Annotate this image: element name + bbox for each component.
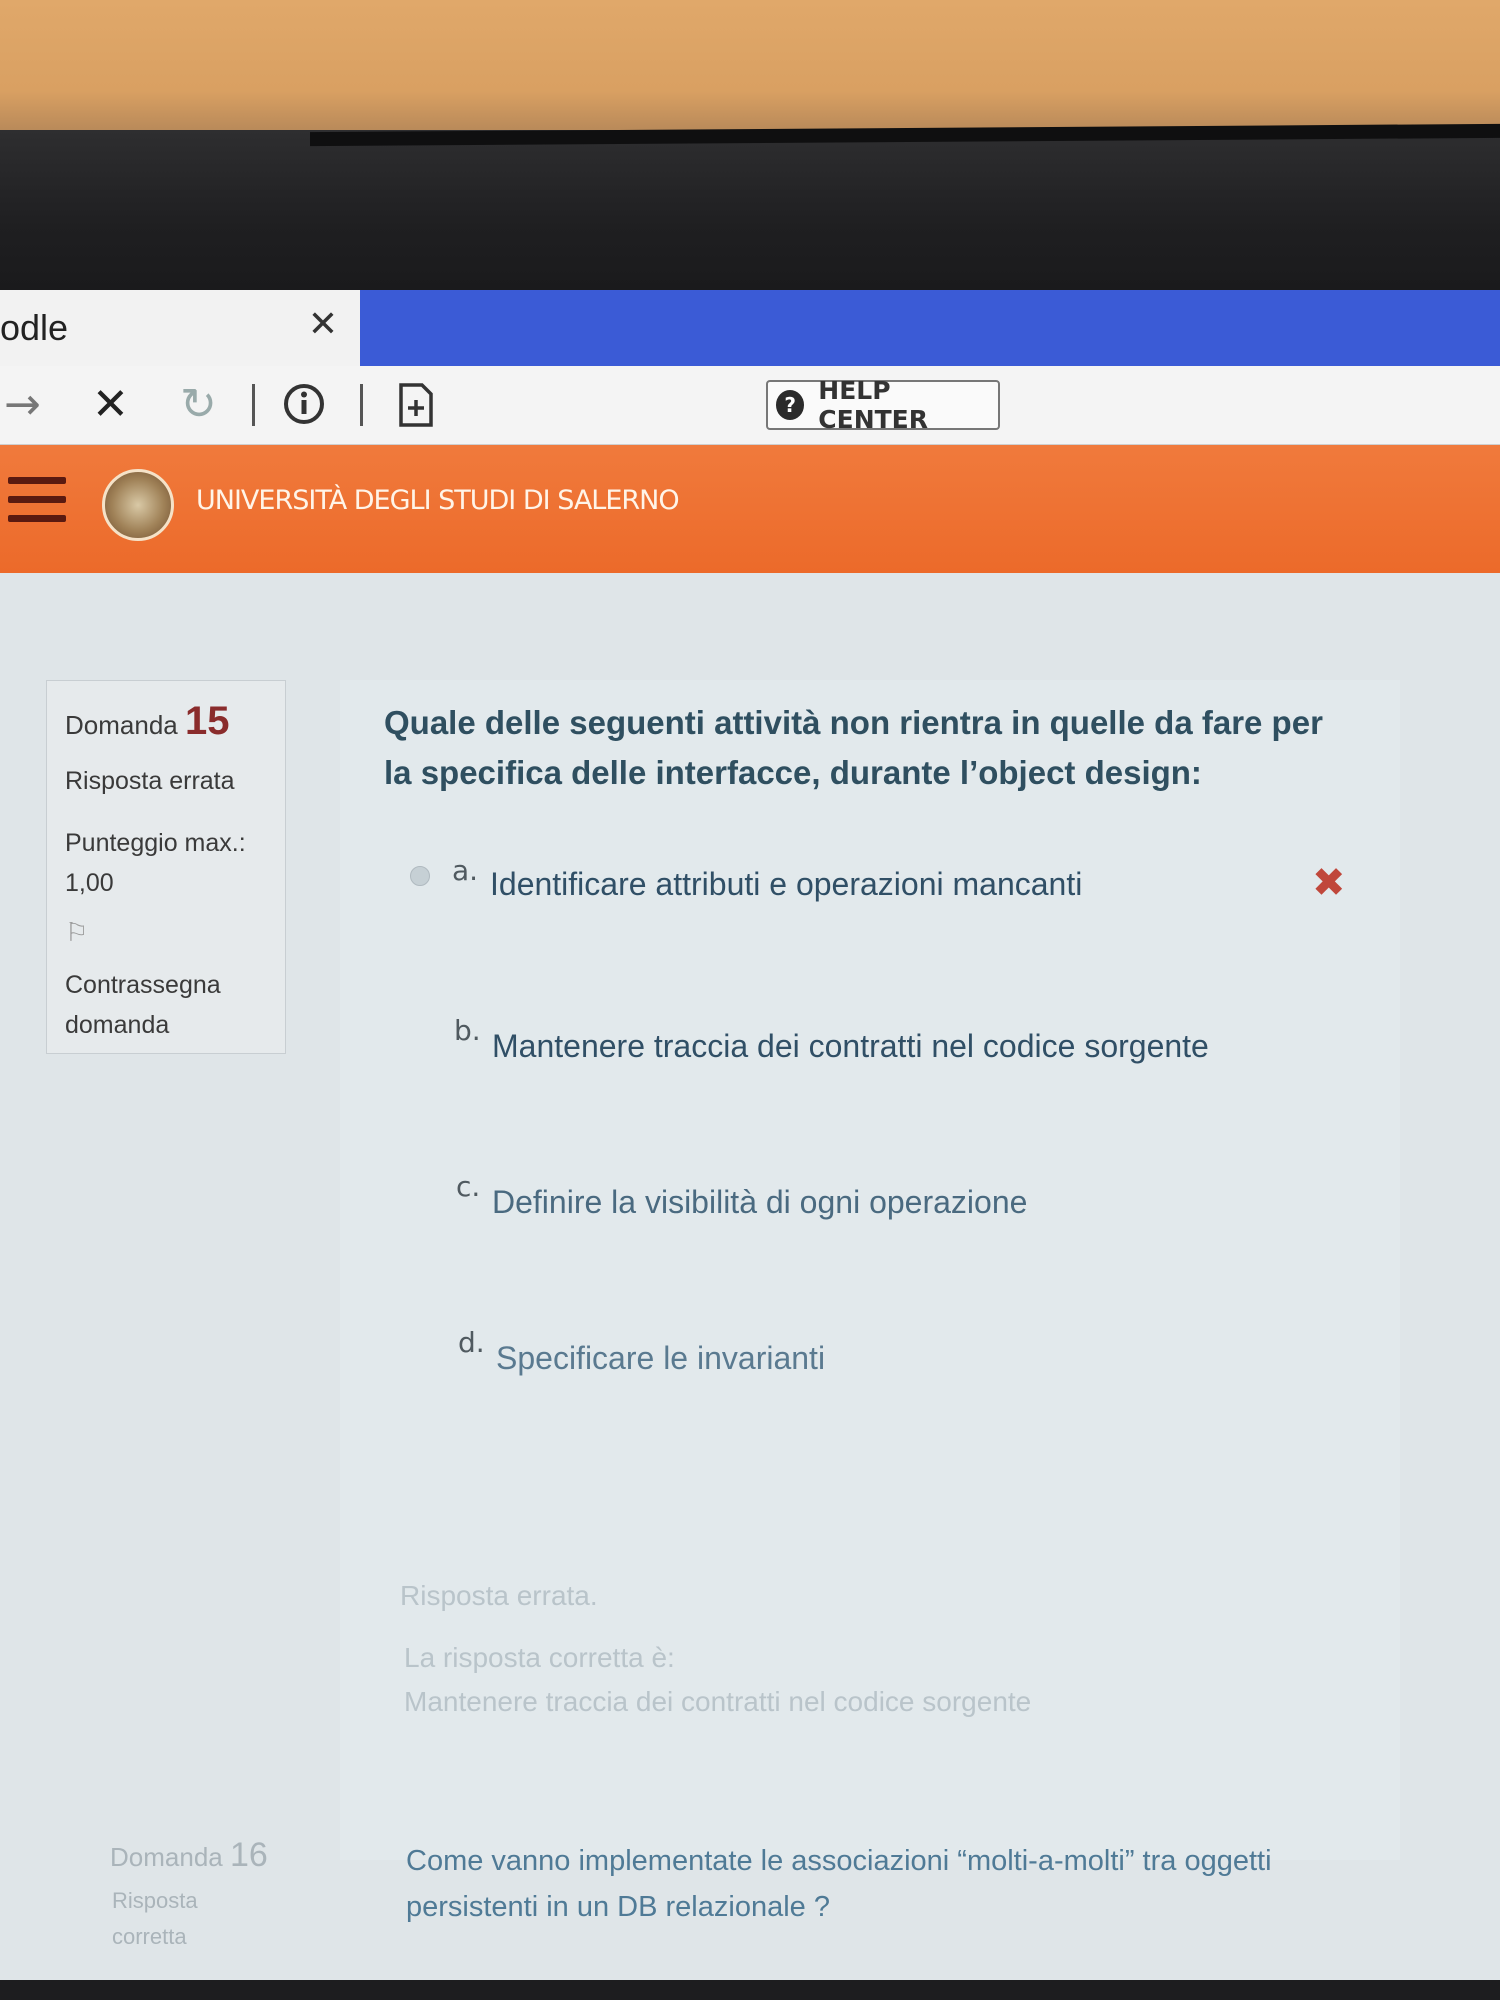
option-a-text[interactable]: Identificare attributi e operazioni manc…	[490, 866, 1082, 903]
flag-icon[interactable]: ⚐	[65, 917, 88, 948]
question-info-box: Domanda 15 Risposta errata Punteggio max…	[46, 680, 286, 1054]
close-icon[interactable]: ✕	[308, 304, 338, 345]
option-a-radio[interactable]	[410, 866, 430, 886]
site-name[interactable]: UNIVERSITÀ DEGLI STUDI DI SALERNO	[196, 485, 680, 516]
university-seal-logo[interactable]	[102, 469, 174, 541]
feedback-correct-label: La risposta corretta è:	[404, 1642, 675, 1673]
option-c-letter: c.	[456, 1170, 481, 1203]
menu-icon[interactable]	[8, 477, 66, 535]
next-question-text: Come vanno implementate le associazioni …	[406, 1845, 1272, 1923]
info-icon[interactable]	[282, 382, 326, 437]
option-a-letter: a.	[452, 854, 479, 887]
next-question-status-2: corretta	[112, 1924, 187, 1949]
question-panel: Quale delle seguenti attività non rientr…	[340, 680, 1400, 1860]
reload-icon[interactable]: ↻	[180, 380, 217, 430]
desk-background	[0, 0, 1500, 130]
question-status: Risposta errata	[65, 767, 235, 795]
browser-toolbar: → ✕ ↻ ? HELP CENTER	[0, 366, 1500, 445]
option-b-letter: b.	[454, 1014, 481, 1047]
help-center-button[interactable]: ? HELP CENTER	[766, 376, 1000, 434]
flag-question-label-2[interactable]: domanda	[65, 1011, 169, 1040]
feedback-correct-answer: Mantenere traccia dei contratti nel codi…	[404, 1686, 1032, 1717]
feedback-title: Risposta errata.	[400, 1580, 598, 1611]
toolbar-separator	[360, 384, 363, 426]
question-number-row: Domanda 15	[65, 699, 229, 744]
next-question-number-row: Domanda 16	[110, 1836, 268, 1875]
browser-tab[interactable]: odle ✕	[0, 290, 360, 366]
cross-icon: ✖	[1312, 860, 1346, 906]
screen: odle ✕ → ✕ ↻ ? HELP CENTER UNIVERSITÀ DE…	[0, 290, 1500, 1990]
next-question-number: 16	[229, 1836, 268, 1874]
next-question-label: Domanda	[110, 1842, 223, 1872]
forward-arrow-icon[interactable]: →	[4, 380, 41, 430]
site-header: UNIVERSITÀ DEGLI STUDI DI SALERNO	[0, 445, 1500, 573]
next-question-status: Risposta	[112, 1888, 198, 1913]
max-score-value: 1,00	[65, 869, 114, 897]
question-number: 15	[184, 699, 230, 743]
question-label: Domanda	[65, 710, 178, 740]
option-b-text[interactable]: Mantenere traccia dei contratti nel codi…	[492, 1028, 1209, 1065]
stop-icon[interactable]: ✕	[92, 380, 129, 430]
tab-title: odle	[0, 307, 69, 348]
tab-bar: odle ✕	[0, 290, 1500, 366]
option-d-letter: d.	[458, 1326, 485, 1359]
help-center-label: HELP CENTER	[818, 376, 929, 434]
question-mark-icon: ?	[776, 390, 805, 420]
flag-question-label[interactable]: Contrassegna	[65, 971, 221, 1000]
question-text: Quale delle seguenti attività non rientr…	[384, 704, 1323, 791]
max-score-label: Punteggio max.:	[65, 829, 246, 857]
monitor-bezel	[0, 130, 1500, 290]
option-c-text[interactable]: Definire la visibilità di ogni operazion…	[492, 1184, 1027, 1221]
option-d-text[interactable]: Specificare le invarianti	[496, 1340, 825, 1377]
monitor-bottom-bezel	[0, 1980, 1500, 2000]
new-document-icon[interactable]	[398, 382, 434, 439]
toolbar-separator	[252, 384, 255, 426]
